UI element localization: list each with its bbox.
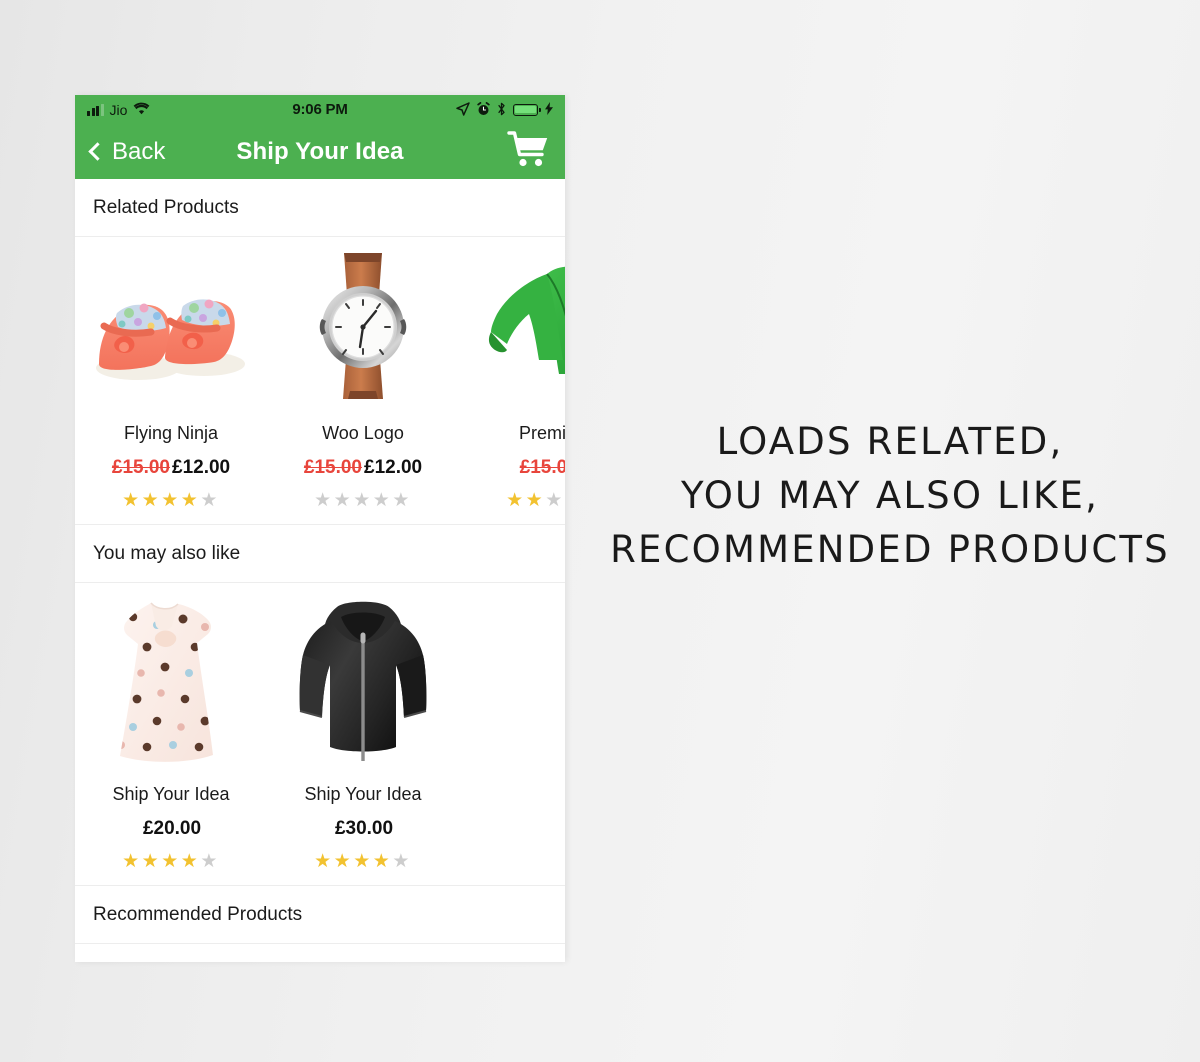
product-card[interactable]: Flying Ninja £15.00 £12.00 ★★★★★ — [75, 251, 267, 512]
product-sale-price: £12.00 — [364, 457, 423, 478]
star-icon-filled: ★ — [180, 851, 201, 872]
status-bar-left: Jio — [87, 102, 292, 118]
product-old-price: £15.00 — [111, 457, 170, 478]
section-heading-you-may-also-like: You may also like — [75, 525, 565, 583]
star-icon-empty: ★ — [392, 490, 412, 511]
product-row-you-may-also-like: Ship Your Idea £20.00 ★★★★★ Ship Your Id… — [75, 583, 565, 886]
navigation-bar: Back Ship Your Idea — [75, 124, 565, 179]
star-icon-filled: ★ — [141, 851, 162, 872]
product-sale-price: £30.00 — [334, 818, 394, 839]
wifi-icon — [133, 102, 150, 117]
cart-button[interactable] — [507, 130, 549, 173]
caption-line-1: LOADS RELATED, — [716, 420, 1064, 463]
star-icon-filled: ★ — [161, 851, 181, 872]
product-price: £15.00 £12.00 — [275, 457, 451, 479]
product-rating[interactable]: ★★★★★ — [467, 489, 565, 512]
star-icon-empty: ★ — [392, 851, 412, 872]
product-name: Ship Your Idea — [304, 784, 422, 804]
product-card[interactable]: Ship Your Idea £30.00 ★★★★★ — [267, 597, 459, 873]
star-icon-filled: ★ — [180, 490, 201, 511]
caption-line-2: YOU MAY ALSO LIKE, — [680, 474, 1100, 518]
product-image-polka-dot-dress — [83, 958, 259, 962]
star-icon-empty: ★ — [372, 490, 393, 511]
shopping-cart-icon — [507, 130, 549, 173]
product-row-related: Flying Ninja £15.00 £12.00 ★★★★★ Woo Log… — [75, 237, 565, 525]
product-rating[interactable]: ★★★★★ — [275, 489, 451, 512]
product-name: Ship Your Idea — [112, 784, 230, 804]
star-icon-filled: ★ — [122, 851, 142, 872]
carrier-label: Jio — [109, 101, 128, 118]
chevron-left-icon — [88, 142, 107, 161]
battery-full-icon — [513, 103, 542, 116]
product-card[interactable]: Woo Logo £15.00 £12.00 ★★★★★ — [267, 251, 459, 512]
product-name: Flying Ninja — [123, 423, 219, 443]
product-card[interactable] — [75, 958, 267, 962]
location-arrow-icon — [456, 101, 470, 118]
product-rating[interactable]: ★★★★★ — [83, 850, 259, 873]
product-old-price: £15.00 — [303, 457, 362, 478]
product-name: Woo Logo — [322, 423, 404, 443]
section-heading-related: Related Products — [75, 179, 565, 237]
product-price: £15.00 £12.00 — [83, 457, 259, 479]
star-icon-filled: ★ — [525, 490, 546, 511]
status-bar: Jio 9:06 PM — [75, 95, 565, 124]
star-icon-empty: ★ — [200, 851, 220, 872]
star-icon-filled: ★ — [506, 490, 526, 511]
bluetooth-icon — [497, 102, 506, 118]
charging-bolt-icon — [545, 102, 554, 117]
alarm-clock-icon — [477, 101, 490, 118]
product-card[interactable]: Premium £15.00£ ★★★★★ — [459, 251, 565, 512]
caption-line-3: RECOMMENDED PRODUCTS — [610, 528, 1170, 572]
back-button[interactable]: Back — [88, 137, 166, 166]
product-card[interactable] — [267, 958, 459, 962]
clock-label: 9:06 PM — [292, 101, 348, 118]
star-icon-filled: ★ — [372, 851, 393, 872]
product-image-black-hoodie — [275, 597, 451, 762]
product-image-green-hoodie — [467, 251, 565, 401]
product-sale-price: £12.00 — [172, 457, 231, 478]
product-image-brown-leather-watch — [275, 251, 451, 401]
star-icon-filled: ★ — [122, 490, 142, 511]
product-card[interactable]: Ship Your Idea £20.00 ★★★★★ — [75, 597, 267, 873]
product-price: £15.00£ — [467, 457, 565, 479]
star-icon-empty: ★ — [353, 490, 373, 511]
product-price: £20.00 — [83, 818, 259, 840]
star-icon-filled: ★ — [161, 490, 181, 511]
star-icon-empty: ★ — [545, 490, 565, 511]
star-icon-filled: ★ — [314, 851, 334, 872]
product-image-polka-dot-dress — [83, 597, 259, 762]
product-name: Premium — [518, 423, 565, 443]
section-heading-recommended: Recommended Products — [75, 886, 565, 944]
product-rating[interactable]: ★★★★★ — [275, 850, 451, 873]
product-scroll-area[interactable]: Related Products Flying Ninja £15.00 £12… — [75, 179, 565, 962]
product-sale-price: £20.00 — [142, 818, 202, 839]
star-icon-empty: ★ — [314, 490, 334, 511]
back-button-label: Back — [112, 137, 166, 165]
status-bar-right — [348, 101, 554, 118]
product-rating[interactable]: ★★★★★ — [83, 489, 259, 512]
phone-mockup: Jio 9:06 PM Back Ship Your Idea Related … — [75, 95, 565, 962]
product-price: £30.00 — [275, 818, 451, 840]
star-icon-empty: ★ — [333, 490, 354, 511]
star-icon-empty: ★ — [200, 490, 220, 511]
caption-text: LOADS RELATED, YOU MAY ALSO LIKE, RECOMM… — [600, 415, 1180, 577]
product-row-recommended — [75, 944, 565, 962]
star-icon-filled: ★ — [333, 851, 354, 872]
star-icon-filled: ★ — [353, 851, 373, 872]
product-old-price: £15.00 — [519, 457, 565, 478]
product-image-black-hoodie — [275, 958, 451, 962]
signal-bars-icon — [87, 103, 104, 116]
product-image-pink-floral-shoes — [83, 251, 259, 401]
star-icon-filled: ★ — [141, 490, 162, 511]
